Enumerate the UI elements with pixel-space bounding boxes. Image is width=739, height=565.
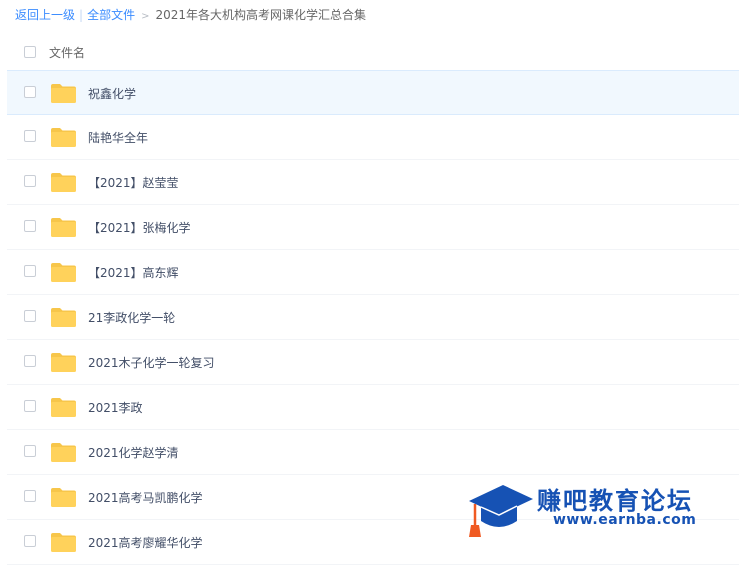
watermark-url: www.earnba.com [553, 512, 697, 528]
breadcrumb-arrow-icon: > [141, 11, 150, 22]
row-checkbox[interactable] [24, 310, 36, 322]
watermark-site-name: 赚吧教育论坛 [537, 487, 693, 515]
file-name[interactable]: 2021木子化学一轮复习 [88, 354, 215, 371]
folder-icon [50, 352, 77, 373]
folder-icon [50, 442, 77, 463]
file-row[interactable]: 【2021】赵莹莹 [7, 160, 739, 205]
folder-icon [50, 127, 77, 148]
file-row[interactable]: 2021化学赵学清 [7, 430, 739, 475]
row-checkbox[interactable] [24, 175, 36, 187]
row-checkbox[interactable] [24, 265, 36, 277]
folder-icon [50, 397, 77, 418]
row-checkbox[interactable] [24, 535, 36, 547]
all-files-link[interactable]: 全部文件 [87, 8, 135, 22]
back-link[interactable]: 返回上一级 [15, 8, 75, 22]
file-list-header: 文件名 [7, 36, 739, 68]
file-row[interactable]: 【2021】高东辉 [7, 250, 739, 295]
folder-icon [50, 172, 77, 193]
file-name[interactable]: 2021高考廖耀华化学 [88, 534, 203, 551]
graduation-cap-icon [469, 485, 533, 537]
file-row[interactable]: 21李政化学一轮 [7, 295, 739, 340]
row-checkbox[interactable] [24, 130, 36, 142]
file-row[interactable]: 陆艳华全年 [7, 115, 739, 160]
file-name[interactable]: 【2021】高东辉 [88, 264, 179, 281]
folder-icon [50, 83, 77, 104]
file-name[interactable]: 【2021】张梅化学 [88, 219, 191, 236]
file-row[interactable]: 2021李政 [7, 385, 739, 430]
file-name[interactable]: 祝鑫化学 [88, 85, 136, 102]
breadcrumb-separator: | [79, 8, 84, 22]
watermark-logo: 赚吧教育论坛 www.earnba.com [467, 477, 739, 539]
name-column-header[interactable]: 文件名 [49, 44, 85, 61]
row-checkbox[interactable] [24, 86, 36, 98]
folder-icon [50, 262, 77, 283]
row-checkbox[interactable] [24, 490, 36, 502]
file-name[interactable]: 2021李政 [88, 399, 143, 416]
file-name[interactable]: 21李政化学一轮 [88, 309, 175, 326]
breadcrumb: 返回上一级 | 全部文件 >2021年各大机构高考网课化学汇总合集 [15, 7, 366, 23]
folder-icon [50, 487, 77, 508]
file-name[interactable]: 2021化学赵学清 [88, 444, 179, 461]
row-checkbox[interactable] [24, 400, 36, 412]
folder-icon [50, 307, 77, 328]
file-row[interactable]: 【2021】张梅化学 [7, 205, 739, 250]
row-checkbox[interactable] [24, 445, 36, 457]
row-checkbox[interactable] [24, 355, 36, 367]
file-name[interactable]: 2021高考马凯鹏化学 [88, 489, 203, 506]
current-folder-title: 2021年各大机构高考网课化学汇总合集 [155, 8, 367, 22]
file-name[interactable]: 【2021】赵莹莹 [88, 174, 179, 191]
select-all-checkbox[interactable] [24, 46, 36, 58]
file-row[interactable]: 祝鑫化学 [7, 70, 739, 115]
file-row[interactable]: 2021木子化学一轮复习 [7, 340, 739, 385]
file-name[interactable]: 陆艳华全年 [88, 129, 148, 146]
folder-icon [50, 532, 77, 553]
row-checkbox[interactable] [24, 220, 36, 232]
folder-icon [50, 217, 77, 238]
